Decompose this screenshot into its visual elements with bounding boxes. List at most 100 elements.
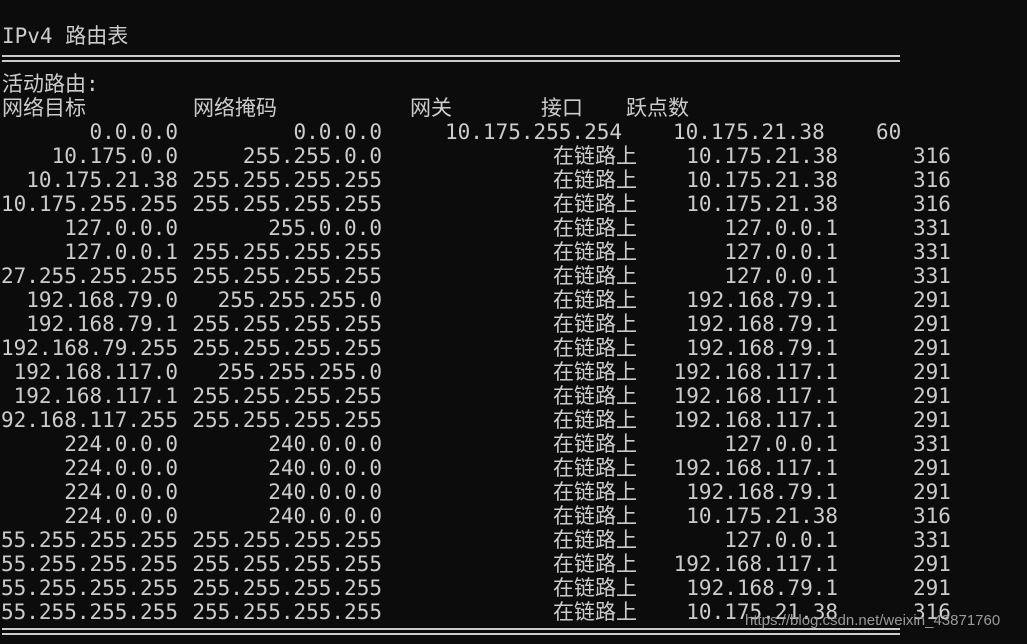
table-row: 224.0.0.0 240.0.0.0 在链路上 192.168.117.1 291 <box>0 456 1000 480</box>
table-row: 192.168.117.255 255.255.255.255 在链路上 192.16… <box>0 408 1000 432</box>
console-window[interactable]: IPv4 路由表 活动路由: 网络目标 网络掩码 网关 接口 跃点数 0.0.0… <box>0 0 1027 644</box>
route-destination: 224.0.0.0 <box>64 504 178 528</box>
route-gateway: 在链路上 <box>553 408 637 432</box>
header-interface: 接口 <box>541 96 583 120</box>
table-row: 255.255.255.255 255.255.255.255 在链路上 192.16… <box>0 552 1000 576</box>
route-interface: 192.168.117.1 <box>673 456 838 480</box>
route-netmask: 255.255.255.255 <box>192 264 382 288</box>
route-interface: 127.0.0.1 <box>724 240 838 264</box>
route-destination: 10.175.21.38 <box>26 168 178 192</box>
route-destination: 127.255.255.255 <box>0 264 178 288</box>
route-netmask: 255.255.255.0 <box>217 288 382 312</box>
route-destination: 10.175.255.255 <box>0 192 178 216</box>
route-interface: 192.168.117.1 <box>673 360 838 384</box>
route-destination: 192.168.117.0 <box>13 360 178 384</box>
route-interface: 127.0.0.1 <box>724 432 838 456</box>
route-metric: 291 <box>913 312 951 336</box>
route-destination: 10.175.0.0 <box>51 144 178 168</box>
route-gateway: 在链路上 <box>553 192 637 216</box>
route-metric: 291 <box>913 384 951 408</box>
route-gateway: 在链路上 <box>553 360 637 384</box>
route-gateway: 在链路上 <box>553 504 637 528</box>
route-metric: 331 <box>913 216 951 240</box>
route-destination: 127.0.0.1 <box>64 240 178 264</box>
route-metric: 291 <box>913 288 951 312</box>
route-destination: 224.0.0.0 <box>64 432 178 456</box>
route-interface: 127.0.0.1 <box>724 264 838 288</box>
route-interface: 10.175.21.38 <box>686 504 838 528</box>
route-interface: 10.175.21.38 <box>686 168 838 192</box>
route-netmask: 240.0.0.0 <box>268 480 382 504</box>
route-destination: 255.255.255.255 <box>0 576 178 600</box>
route-metric: 60 <box>876 120 902 144</box>
active-routes-label: 活动路由: <box>2 72 99 96</box>
route-netmask: 255.0.0.0 <box>268 216 382 240</box>
table-row: 192.168.117.1 255.255.255.255 在链路上 192.168.… <box>0 384 1000 408</box>
route-destination: 0.0.0.0 <box>89 120 178 144</box>
route-interface: 192.168.117.1 <box>673 408 838 432</box>
route-metric: 316 <box>913 504 951 528</box>
route-metric: 291 <box>913 360 951 384</box>
header-netmask: 网络掩码 <box>193 96 277 120</box>
route-interface: 127.0.0.1 <box>724 216 838 240</box>
route-interface: 192.168.79.1 <box>686 576 838 600</box>
route-netmask: 255.255.255.255 <box>192 600 382 624</box>
route-interface: 10.175.21.38 <box>686 192 838 216</box>
table-row: 192.168.117.0 255.255.255.0 在链路上 192.168.11… <box>0 360 1000 384</box>
route-gateway: 在链路上 <box>553 144 637 168</box>
route-destination: 127.0.0.0 <box>64 216 178 240</box>
route-interface: 10.175.21.38 <box>686 144 838 168</box>
route-metric: 331 <box>913 432 951 456</box>
routing-table-title: IPv4 路由表 <box>2 24 129 48</box>
route-netmask: 255.255.0.0 <box>242 144 382 168</box>
header-gateway: 网关 <box>410 96 452 120</box>
table-row: 224.0.0.0 240.0.0.0 在链路上 192.168.79.1 291 <box>0 480 1000 504</box>
route-netmask: 240.0.0.0 <box>268 504 382 528</box>
table-row: 255.255.255.255 255.255.255.255 在链路上 192.16… <box>0 576 1000 600</box>
route-metric: 331 <box>913 264 951 288</box>
route-destination: 192.168.79.0 <box>26 288 178 312</box>
route-gateway: 在链路上 <box>553 168 637 192</box>
route-netmask: 255.255.255.255 <box>192 528 382 552</box>
route-metric: 316 <box>913 168 951 192</box>
route-interface: 192.168.117.1 <box>673 384 838 408</box>
route-destination: 224.0.0.0 <box>64 480 178 504</box>
table-row: 192.168.79.0 255.255.255.0 在链路上 192.168.79.… <box>0 288 1000 312</box>
route-netmask: 255.255.255.255 <box>192 336 382 360</box>
route-gateway: 在链路上 <box>553 552 637 576</box>
route-netmask: 240.0.0.0 <box>268 432 382 456</box>
route-metric: 316 <box>913 144 951 168</box>
route-netmask: 255.255.255.255 <box>192 408 382 432</box>
route-gateway: 在链路上 <box>553 480 637 504</box>
header-destination: 网络目标 <box>2 96 86 120</box>
route-gateway: 在链路上 <box>553 600 637 624</box>
table-row: 10.175.255.255 255.255.255.255 在链路上 10.175.… <box>0 192 1000 216</box>
route-interface: 10.175.21.38 <box>673 120 825 144</box>
watermark-text: https://blog.csdn.net/weixin_43871760 <box>745 612 1001 629</box>
table-row: 10.175.21.38 255.255.255.255 在链路上 10.175.21… <box>0 168 1000 192</box>
route-metric: 291 <box>913 480 951 504</box>
route-interface: 192.168.79.1 <box>686 288 838 312</box>
table-row: 127.0.0.0 255.0.0.0 在链路上 127.0.0.1 331 <box>0 216 1000 240</box>
route-metric: 331 <box>913 528 951 552</box>
route-interface: 192.168.79.1 <box>686 312 838 336</box>
route-gateway: 在链路上 <box>553 216 637 240</box>
table-row: 127.255.255.255 255.255.255.255 在链路上 127.0.… <box>0 264 1000 288</box>
table-row: 224.0.0.0 240.0.0.0 在链路上 10.175.21.38 316 <box>0 504 1000 528</box>
route-metric: 291 <box>913 456 951 480</box>
route-netmask: 255.255.255.255 <box>192 240 382 264</box>
route-destination: 224.0.0.0 <box>64 456 178 480</box>
route-netmask: 0.0.0.0 <box>293 120 382 144</box>
header-metric: 跃点数 <box>626 96 689 120</box>
separator-bottom <box>2 628 900 635</box>
route-destination: 255.255.255.255 <box>0 600 178 624</box>
table-row: 224.0.0.0 240.0.0.0 在链路上 127.0.0.1 331 <box>0 432 1000 456</box>
route-metric: 291 <box>913 336 951 360</box>
route-gateway: 在链路上 <box>553 288 637 312</box>
route-metric: 291 <box>913 552 951 576</box>
route-gateway: 在链路上 <box>553 240 637 264</box>
route-netmask: 255.255.255.255 <box>192 192 382 216</box>
route-gateway: 在链路上 <box>553 336 637 360</box>
route-metric: 291 <box>913 576 951 600</box>
route-netmask: 255.255.255.255 <box>192 384 382 408</box>
